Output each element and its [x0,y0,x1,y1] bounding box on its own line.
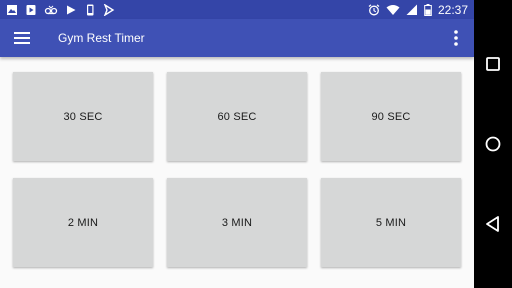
status-bar: 22:37 [0,0,474,19]
play-icon [67,5,76,14]
battery-icon [424,3,432,16]
timer-90-sec-button[interactable]: 90 SEC [321,72,461,161]
timer-5-min-button[interactable]: 5 MIN [321,178,461,267]
notification-icons [6,2,115,17]
voicemail-icon [44,5,58,14]
timer-label: 5 MIN [375,216,407,229]
flash-icon [103,3,115,16]
app-bar: Gym Rest Timer [0,19,474,57]
timer-label: 3 MIN [221,216,253,229]
timer-3-min-button[interactable]: 3 MIN [167,178,307,267]
phone-icon [87,4,94,15]
timer-2-min-button[interactable]: 2 MIN [13,178,153,267]
signal-icon [406,4,417,15]
system-icons: 22:37 [368,2,468,17]
timer-label: 30 SEC [63,110,103,123]
navigation-bar [474,0,512,288]
home-circle-icon[interactable] [482,133,504,155]
hamburger-menu-icon[interactable] [12,28,32,48]
timer-30-sec-button[interactable]: 30 SEC [13,72,153,161]
play-store-icon [26,4,36,15]
wifi-icon [386,4,400,15]
app-screen: 22:37 Gym Rest Timer 30 SEC 60 SEC 90 SE… [0,0,474,288]
page-title: Gym Rest Timer [58,31,145,45]
timer-label: 60 SEC [217,110,257,123]
more-vert-icon[interactable] [448,28,464,48]
clock-time: 22:37 [437,2,468,17]
alarm-icon [368,3,380,15]
timer-label: 90 SEC [371,110,411,123]
timer-60-sec-button[interactable]: 60 SEC [167,72,307,161]
back-triangle-icon[interactable] [482,213,504,235]
timer-label: 2 MIN [67,216,99,229]
image-icon [7,4,17,15]
recents-square-icon[interactable] [482,53,504,75]
